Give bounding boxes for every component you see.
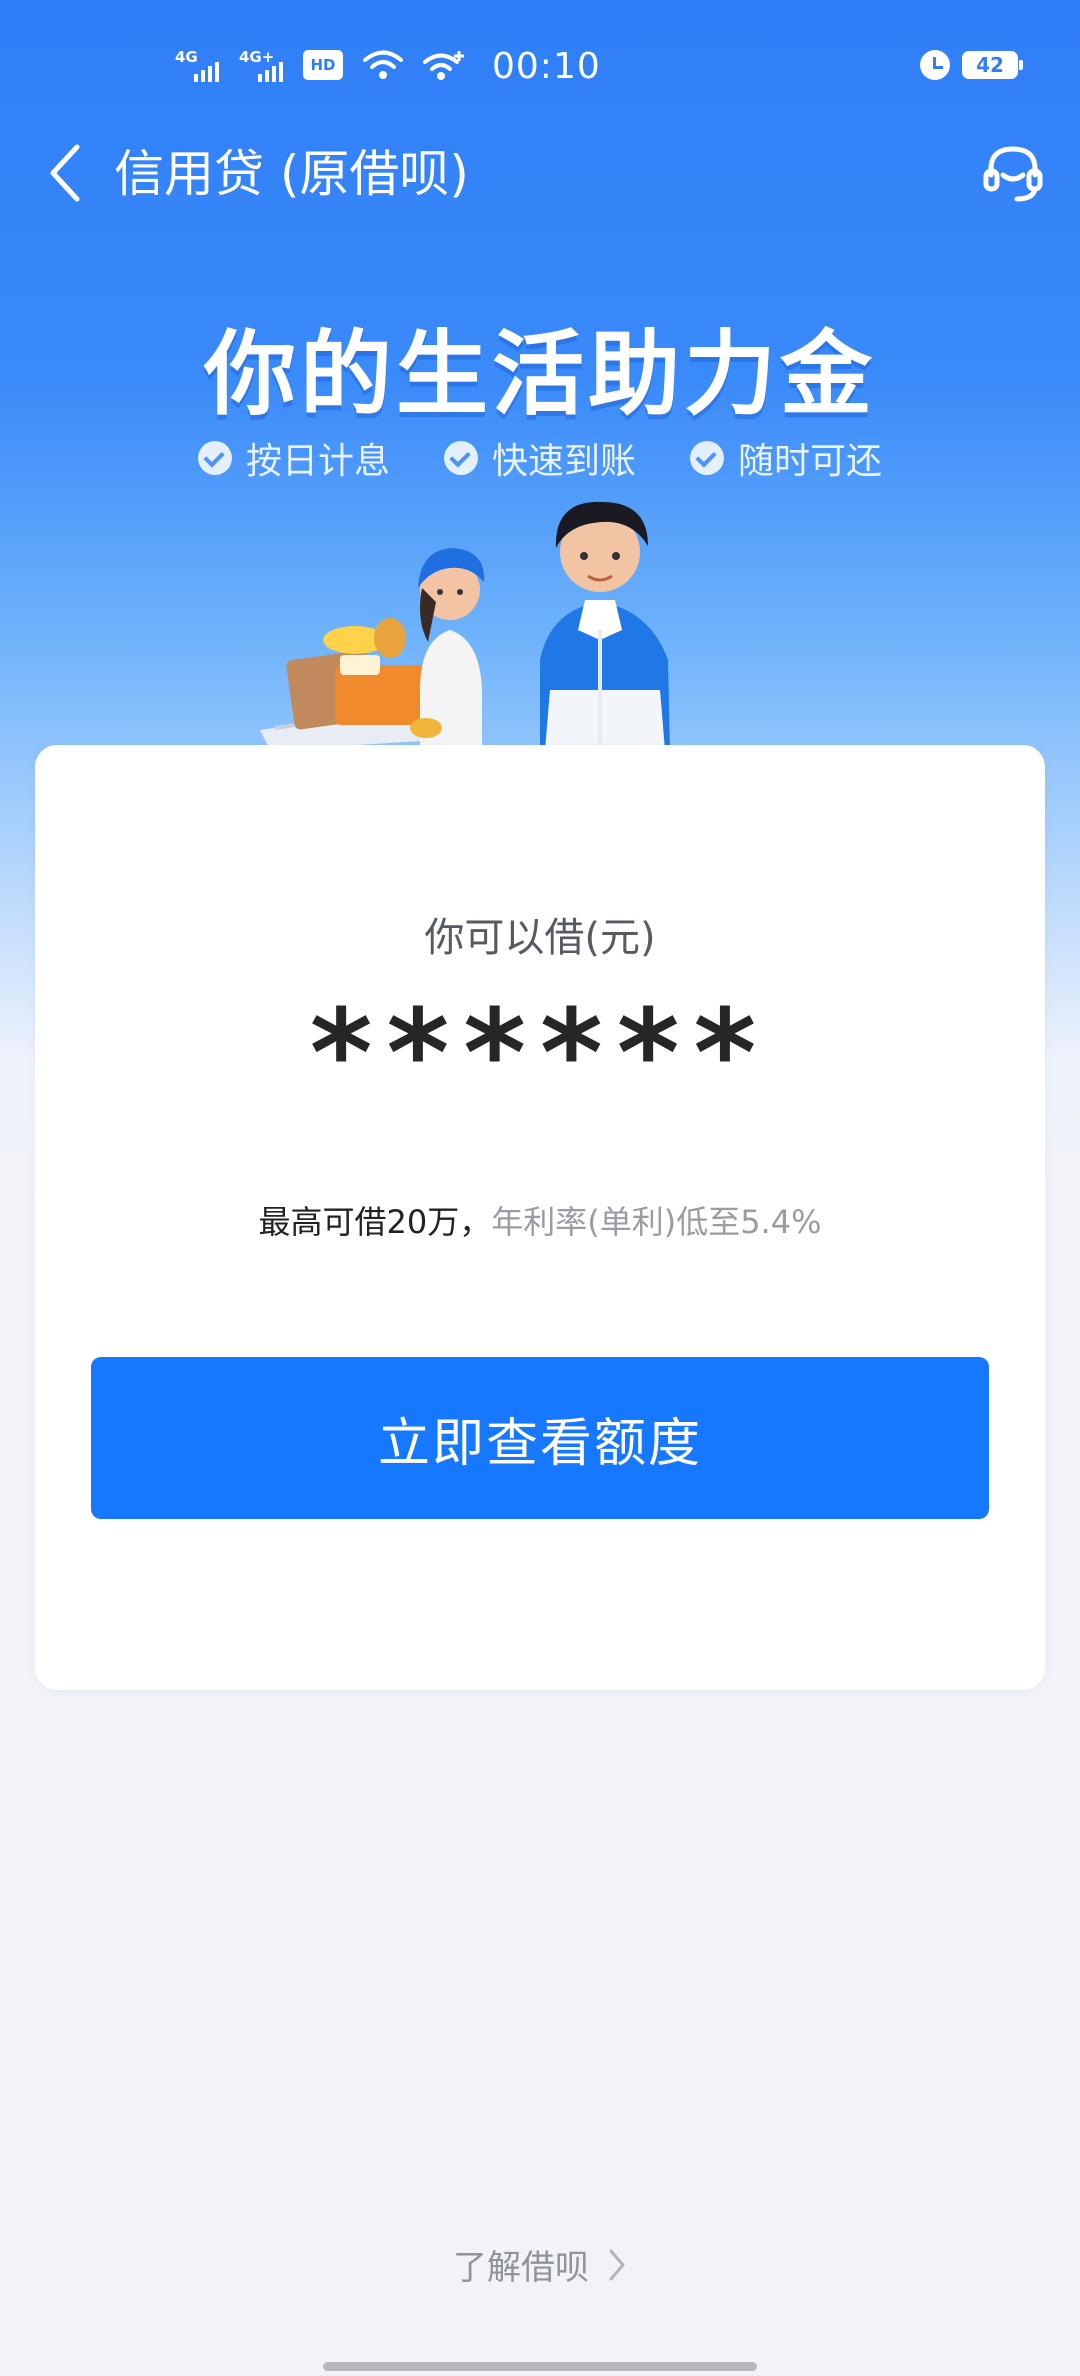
shopping-people-illustration [260, 501, 670, 750]
page-title: 信用贷 (原借呗) [114, 145, 469, 203]
check-circle-icon [443, 441, 478, 475]
amount-label: 你可以借(元) [424, 915, 656, 961]
status-icons-right: 42 [920, 50, 1023, 80]
wifi-icon [363, 50, 403, 79]
status-bar: 4G 4G+ HD 00:10 42 [0, 40, 1080, 96]
feature-label: 快速到账 [491, 441, 636, 482]
signal-icon: 4G+ [239, 48, 283, 82]
nav-bar: 信用贷 (原借呗) [0, 128, 1080, 220]
check-circle-icon [197, 441, 232, 475]
wifi-plus-icon [423, 51, 464, 80]
status-icons-left: 4G 4G+ HD [175, 48, 467, 82]
amount-value: ****** [309, 985, 771, 1124]
feature-list: 按日计息 快速到账 随时可还 [0, 432, 1080, 484]
check-circle-icon [690, 441, 724, 475]
learn-more-label: 了解借呗 [453, 2248, 589, 2288]
customer-service-button[interactable] [976, 136, 1050, 210]
alarm-icon [920, 50, 950, 80]
back-button[interactable] [30, 138, 100, 208]
battery-icon: 42 [962, 51, 1023, 79]
feature-label: 随时可还 [738, 441, 883, 482]
max-limit-text: 最高可借20万， [258, 1203, 492, 1241]
view-limit-button[interactable]: 立即查看额度 [91, 1357, 989, 1519]
feature-item: 按日计息 [197, 432, 390, 484]
status-time: 00:10 [492, 46, 601, 87]
page: 4G 4G+ HD 00:10 42 信用贷 (原借呗) 你的生活助力金 按日计… [0, 0, 1080, 2376]
chevron-left-icon [50, 144, 80, 202]
learn-more-link[interactable]: 了解借呗 [0, 2240, 1080, 2289]
loan-card: 你可以借(元) ****** 最高可借20万，年利率(单利)低至5.4% 立即查… [35, 745, 1045, 1690]
limit-rate-text: 最高可借20万，年利率(单利)低至5.4% [35, 1197, 1045, 1243]
hd-voice-icon: HD [303, 50, 343, 80]
chevron-right-icon [609, 2249, 625, 2280]
feature-item: 随时可还 [690, 432, 882, 484]
hero-title: 你的生活助力金 [203, 321, 876, 428]
feature-label: 按日计息 [245, 441, 390, 482]
home-indicator[interactable] [323, 2362, 757, 2371]
feature-item: 快速到账 [443, 432, 636, 484]
signal-icon: 4G [175, 48, 219, 82]
headset-icon [983, 146, 1043, 202]
rate-text: 年利率(单利)低至5.4% [491, 1203, 822, 1241]
